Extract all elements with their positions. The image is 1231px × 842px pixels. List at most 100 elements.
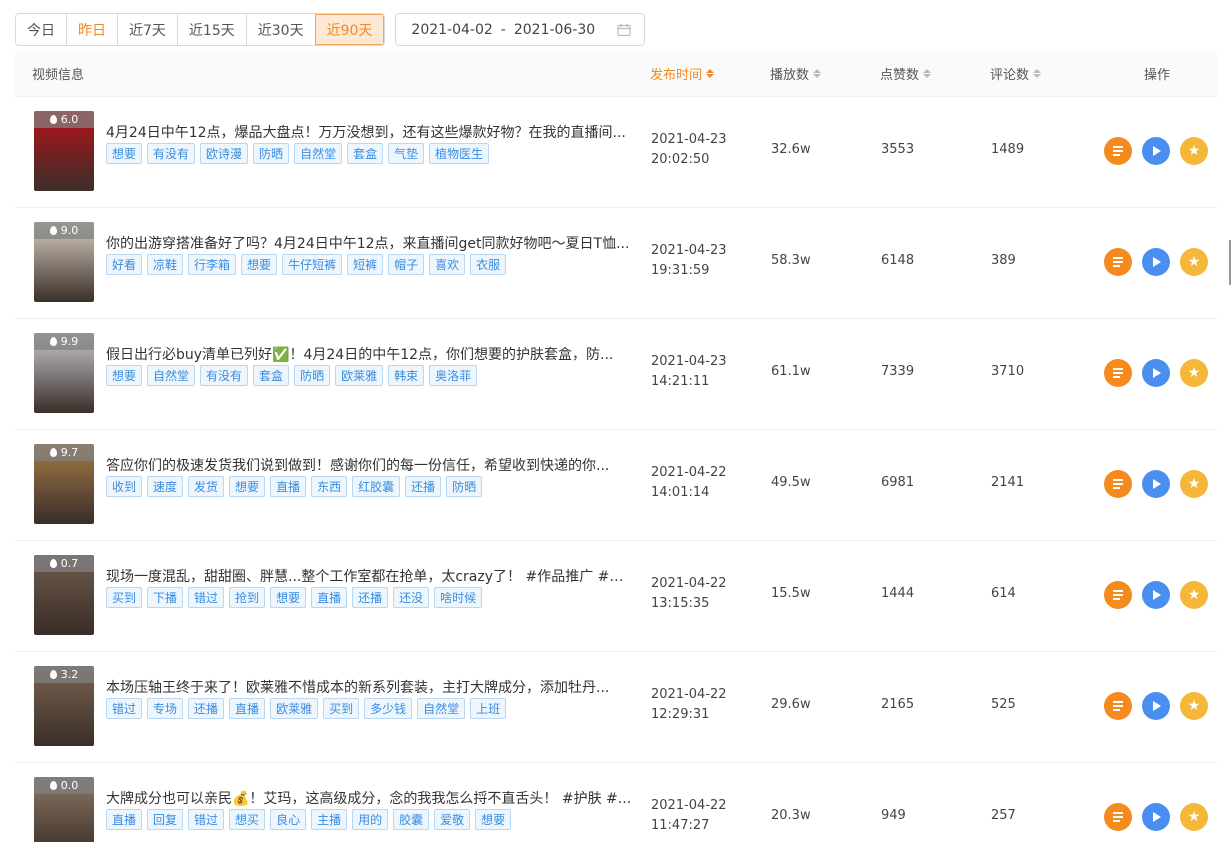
video-thumbnail[interactable]: 9.9 [34,333,94,413]
detail-button[interactable] [1104,581,1132,609]
video-title[interactable]: 假日出行必buy清单已列好✅！4月24日的中午12点，你们想要的护肤套盒，防..… [106,344,636,364]
keyword-tag[interactable]: 有没有 [147,143,196,164]
keyword-tag[interactable]: 胶囊 [393,809,430,830]
keyword-tag[interactable]: 短裤 [347,254,384,275]
favorite-button[interactable]: ★ [1180,470,1208,498]
keyword-tag[interactable]: 想要 [229,476,266,497]
favorite-button[interactable]: ★ [1180,803,1208,831]
keyword-tag[interactable]: 自然堂 [147,365,196,386]
favorite-button[interactable]: ★ [1180,581,1208,609]
keyword-tag[interactable]: 直播 [106,809,143,830]
keyword-tag[interactable]: 喜欢 [429,254,466,275]
keyword-tag[interactable]: 防晒 [446,476,483,497]
keyword-tag[interactable]: 直播 [311,587,348,608]
play-button[interactable] [1142,692,1170,720]
keyword-tag[interactable]: 想要 [475,809,512,830]
keyword-tag[interactable]: 东西 [311,476,348,497]
keyword-tag[interactable]: 套盒 [253,365,290,386]
keyword-tag[interactable]: 防晒 [294,365,331,386]
keyword-tag[interactable]: 用的 [352,809,389,830]
range-button[interactable]: 近7天 [117,14,177,45]
keyword-tag[interactable]: 抢到 [229,587,266,608]
keyword-tag[interactable]: 还播 [188,698,225,719]
keyword-tag[interactable]: 良心 [270,809,307,830]
keyword-tag[interactable]: 速度 [147,476,184,497]
detail-button[interactable] [1104,692,1132,720]
keyword-tag[interactable]: 防晒 [253,143,290,164]
keyword-tag[interactable]: 专场 [147,698,184,719]
video-title[interactable]: 本场压轴王终于来了！欧莱雅不惜成本的新系列套装，主打大牌成分，添加牡丹... [106,677,636,697]
range-button[interactable]: 今日 [16,14,66,45]
keyword-tag[interactable]: 欧莱雅 [335,365,384,386]
keyword-tag[interactable]: 想要 [270,587,307,608]
keyword-tag[interactable]: 直播 [229,698,266,719]
keyword-tag[interactable]: 套盒 [347,143,384,164]
detail-button[interactable] [1104,248,1132,276]
keyword-tag[interactable]: 好看 [106,254,143,275]
keyword-tag[interactable]: 还播 [405,476,442,497]
keyword-tag[interactable]: 直播 [270,476,307,497]
keyword-tag[interactable]: 发货 [188,476,225,497]
keyword-tag[interactable]: 错过 [106,698,143,719]
keyword-tag[interactable]: 有没有 [200,365,249,386]
keyword-tag[interactable]: 啥时候 [434,587,483,608]
keyword-tag[interactable]: 主播 [311,809,348,830]
keyword-tag[interactable]: 收到 [106,476,143,497]
detail-button[interactable] [1104,137,1132,165]
video-thumbnail[interactable]: 9.7 [34,444,94,524]
keyword-tag[interactable]: 牛仔短裤 [282,254,343,275]
keyword-tag[interactable]: 衣服 [470,254,507,275]
range-button[interactable]: 近90天 [314,14,385,45]
video-thumbnail[interactable]: 3.2 [34,666,94,746]
keyword-tag[interactable]: 上班 [470,698,507,719]
keyword-tag[interactable]: 奥洛菲 [429,365,478,386]
col-plays[interactable]: 播放数 [770,64,822,83]
keyword-tag[interactable]: 想买 [229,809,266,830]
video-title[interactable]: 4月24日中午12点，爆品大盘点！万万没想到，还有这些爆款好物？在我的直播间..… [106,122,636,142]
keyword-tag[interactable]: 自然堂 [417,698,466,719]
play-button[interactable] [1142,137,1170,165]
keyword-tag[interactable]: 错过 [188,809,225,830]
range-button[interactable]: 近15天 [176,14,246,45]
detail-button[interactable] [1104,803,1132,831]
date-range-picker[interactable]: 2021-04-02 - 2021-06-30 [395,13,646,46]
favorite-button[interactable]: ★ [1180,248,1208,276]
keyword-tag[interactable]: 帽子 [388,254,425,275]
play-button[interactable] [1142,359,1170,387]
keyword-tag[interactable]: 欧莱雅 [270,698,319,719]
favorite-button[interactable]: ★ [1180,359,1208,387]
favorite-button[interactable]: ★ [1180,137,1208,165]
video-thumbnail[interactable]: 9.0 [34,222,94,302]
keyword-tag[interactable]: 错过 [188,587,225,608]
keyword-tag[interactable]: 还没 [393,587,430,608]
col-publish-time[interactable]: 发布时间 [650,64,715,83]
play-button[interactable] [1142,248,1170,276]
keyword-tag[interactable]: 韩束 [388,365,425,386]
play-button[interactable] [1142,803,1170,831]
range-button[interactable]: 近30天 [245,14,315,45]
keyword-tag[interactable]: 红胶囊 [352,476,401,497]
keyword-tag[interactable]: 买到 [323,698,360,719]
keyword-tag[interactable]: 想要 [106,143,143,164]
keyword-tag[interactable]: 植物医生 [429,143,490,164]
video-thumbnail[interactable]: 6.0 [34,111,94,191]
col-likes[interactable]: 点赞数 [880,64,932,83]
play-button[interactable] [1142,470,1170,498]
keyword-tag[interactable]: 下播 [147,587,184,608]
detail-button[interactable] [1104,359,1132,387]
detail-button[interactable] [1104,470,1132,498]
video-title[interactable]: 答应你们的极速发货我们说到做到！感谢你们的每一份信任，希望收到快递的你... [106,455,636,475]
keyword-tag[interactable]: 想要 [241,254,278,275]
keyword-tag[interactable]: 买到 [106,587,143,608]
col-comments[interactable]: 评论数 [990,64,1042,83]
play-button[interactable] [1142,581,1170,609]
calendar-icon[interactable] [604,14,644,45]
keyword-tag[interactable]: 回复 [147,809,184,830]
keyword-tag[interactable]: 行李箱 [188,254,237,275]
video-thumbnail[interactable]: 0.7 [34,555,94,635]
range-button[interactable]: 昨日 [66,14,117,45]
video-title[interactable]: 你的出游穿搭准备好了吗？4月24日中午12点，来直播间get同款好物吧～夏日T恤… [106,233,636,253]
keyword-tag[interactable]: 爱敬 [434,809,471,830]
keyword-tag[interactable]: 气垫 [388,143,425,164]
keyword-tag[interactable]: 多少钱 [364,698,413,719]
